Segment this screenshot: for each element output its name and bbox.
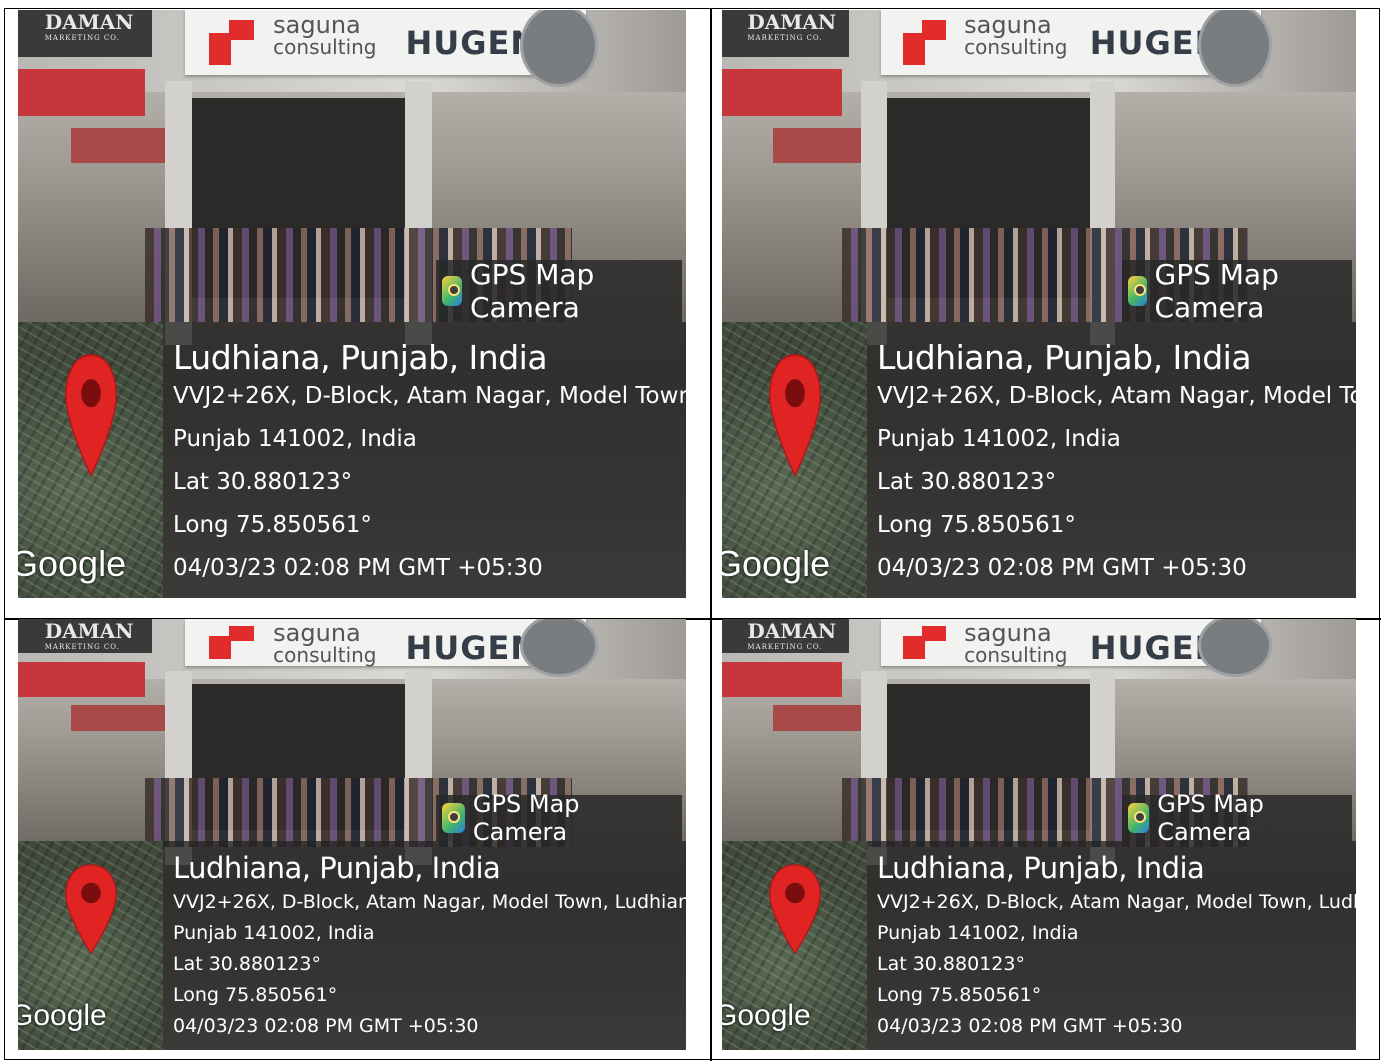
map-pin-icon xyxy=(63,351,119,480)
daman-sign-text: DAMAN xyxy=(747,10,837,34)
timestamp-text: 04/03/23 02:08 PM GMT +05:30 xyxy=(877,555,1247,581)
saguna-wordmark: saguna consulting xyxy=(273,619,377,667)
geotagged-photo: DAMAN MARKETING CO. saguna consulting HU… xyxy=(722,619,1356,1050)
daman-sign-text: DAMAN xyxy=(44,10,134,34)
saguna-wordmark: saguna consulting xyxy=(964,619,1068,667)
location-info-box: Ludhiana, Punjab, India VVJ2+26X, D-Bloc… xyxy=(867,322,1356,598)
saguna-wordmark-top: saguna xyxy=(964,619,1052,647)
address-line-2: Punjab 141002, India xyxy=(877,922,1079,944)
location-city: Ludhiana, Punjab, India xyxy=(173,851,501,885)
gps-map-camera-icon xyxy=(442,803,465,833)
saguna-wordmark-bottom: consulting xyxy=(273,34,377,59)
gps-map-camera-icon xyxy=(442,276,462,306)
location-info-box: Ludhiana, Punjab, India VVJ2+26X, D-Bloc… xyxy=(163,322,686,598)
latitude-text: Lat 30.880123° xyxy=(173,469,353,495)
map-thumbnail: Google xyxy=(722,841,867,1050)
google-watermark: Google xyxy=(722,543,831,585)
geotagged-photo: DAMAN MARKETING CO. saguna consulting HU… xyxy=(722,10,1356,598)
storefront-sign: saguna consulting HUGENX xyxy=(185,619,598,678)
daman-sign: DAMAN MARKETING CO. xyxy=(18,10,152,58)
longitude-text: Long 75.850561° xyxy=(173,984,338,1006)
saguna-wordmark-top: saguna xyxy=(273,10,361,39)
gps-app-title-bar: GPS Map Camera xyxy=(1122,790,1352,846)
saguna-logo xyxy=(209,19,265,65)
daman-sign-text: DAMAN xyxy=(747,619,837,643)
timestamp-text: 04/03/23 02:08 PM GMT +05:30 xyxy=(877,1015,1183,1037)
saguna-logo xyxy=(209,626,265,660)
gps-app-name: GPS Map Camera xyxy=(1154,258,1279,324)
location-city: Ludhiana, Punjab, India xyxy=(877,851,1205,885)
map-pin-icon xyxy=(767,351,823,480)
storefront-sign: saguna consulting HUGENX xyxy=(185,10,598,88)
cp-plus-board xyxy=(71,705,165,732)
daman-sign-text: DAMAN xyxy=(44,619,134,643)
gps-map-camera-icon xyxy=(1128,276,1147,306)
saguna-wordmark-bottom: consulting xyxy=(964,642,1068,667)
latitude-text: Lat 30.880123° xyxy=(877,953,1025,975)
google-watermark: Google xyxy=(18,999,107,1033)
map-pin-icon xyxy=(63,862,119,956)
location-city: Ludhiana, Punjab, India xyxy=(877,338,1252,377)
electronics-board xyxy=(18,662,145,697)
gps-app-name: GPS Map Camera xyxy=(469,258,595,324)
gps-app-title-bar: GPS Map Camera xyxy=(1122,258,1352,324)
longitude-text: Long 75.850561° xyxy=(877,984,1042,1006)
address-line-1: VVJ2+26X, D-Block, Atam Nagar, Model Tow… xyxy=(877,383,1356,409)
gps-app-name: GPS Map Camera xyxy=(472,790,580,846)
location-info-box: Ludhiana, Punjab, India VVJ2+26X, D-Bloc… xyxy=(163,841,686,1050)
gps-map-camera-icon xyxy=(1128,803,1150,833)
timestamp-text: 04/03/23 02:08 PM GMT +05:30 xyxy=(173,1015,479,1037)
saguna-wordmark-bottom: consulting xyxy=(964,34,1068,59)
map-thumbnail: Google xyxy=(18,322,163,598)
electronics-board xyxy=(722,68,843,116)
address-line-2: Punjab 141002, India xyxy=(877,426,1121,452)
location-city: Ludhiana, Punjab, India xyxy=(173,338,548,377)
longitude-text: Long 75.850561° xyxy=(877,512,1076,538)
gps-app-title-bar: GPS Map Camera xyxy=(436,790,682,846)
google-watermark: Google xyxy=(18,543,127,585)
gps-app-name: GPS Map Camera xyxy=(1157,790,1264,846)
geotagged-photo: DAMAN MARKETING CO. saguna consulting HU… xyxy=(18,619,686,1050)
map-thumbnail: Google xyxy=(722,322,867,598)
saguna-wordmark: saguna consulting xyxy=(273,10,377,59)
electronics-board xyxy=(722,662,843,697)
daman-sign: DAMAN MARKETING CO. xyxy=(722,10,849,58)
address-line-1: VVJ2+26X, D-Block, Atam Nagar, Model Tow… xyxy=(173,891,686,913)
cp-plus-board xyxy=(71,127,165,163)
saguna-logo xyxy=(903,626,956,660)
google-watermark: Google xyxy=(722,999,811,1033)
daman-sign: DAMAN MARKETING CO. xyxy=(18,619,152,654)
map-pin-icon xyxy=(767,862,823,956)
daman-sign-subtext: MARKETING CO. xyxy=(747,34,823,42)
electronics-board xyxy=(18,68,145,116)
daman-sign-subtext: MARKETING CO. xyxy=(44,643,120,651)
timestamp-text: 04/03/23 02:08 PM GMT +05:30 xyxy=(173,555,543,581)
storefront-sign: saguna consulting HUGENX xyxy=(880,10,1273,88)
address-line-1: VVJ2+26X, D-Block, Atam Nagar, Model Tow… xyxy=(877,891,1356,913)
address-line-2: Punjab 141002, India xyxy=(173,426,417,452)
longitude-text: Long 75.850561° xyxy=(173,512,372,538)
geotagged-photo: DAMAN MARKETING CO. saguna consulting HU… xyxy=(18,10,686,598)
table-divider-vertical xyxy=(710,9,712,1061)
location-info-box: Ludhiana, Punjab, India VVJ2+26X, D-Bloc… xyxy=(867,841,1356,1050)
saguna-wordmark-top: saguna xyxy=(964,10,1052,39)
saguna-wordmark-top: saguna xyxy=(273,619,361,647)
daman-sign-subtext: MARKETING CO. xyxy=(747,643,823,651)
saguna-logo xyxy=(903,19,956,65)
saguna-wordmark: saguna consulting xyxy=(964,10,1068,59)
latitude-text: Lat 30.880123° xyxy=(877,469,1057,495)
cp-plus-board xyxy=(772,127,862,163)
cp-plus-board xyxy=(772,705,862,732)
address-line-2: Punjab 141002, India xyxy=(173,922,375,944)
daman-sign: DAMAN MARKETING CO. xyxy=(722,619,849,654)
daman-sign-subtext: MARKETING CO. xyxy=(44,34,120,42)
storefront-sign: saguna consulting HUGENX xyxy=(880,619,1273,678)
address-line-1: VVJ2+26X, D-Block, Atam Nagar, Model Tow… xyxy=(173,383,686,409)
map-thumbnail: Google xyxy=(18,841,163,1050)
latitude-text: Lat 30.880123° xyxy=(173,953,321,975)
gps-app-title-bar: GPS Map Camera xyxy=(436,258,682,324)
saguna-wordmark-bottom: consulting xyxy=(273,642,377,667)
